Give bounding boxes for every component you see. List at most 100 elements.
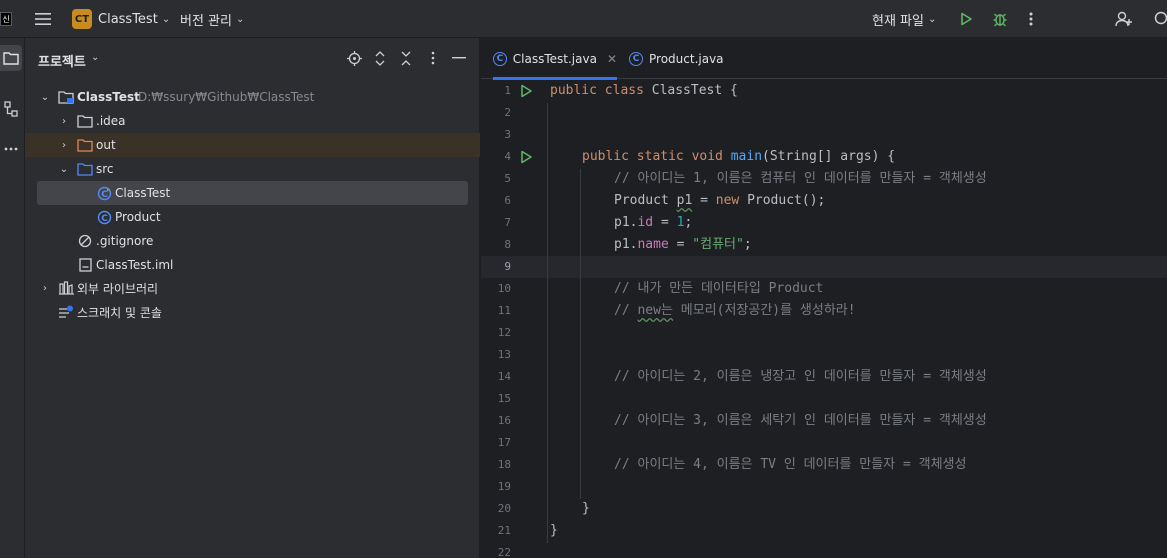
code-with-me-button[interactable] bbox=[1115, 0, 1133, 38]
java-class-icon: C bbox=[629, 51, 643, 66]
code-token: id bbox=[637, 215, 654, 230]
tree-item-project-root[interactable]: ⌄ ClassTest D:₩ssury₩Github₩ClassTest bbox=[25, 85, 480, 109]
project-panel-title[interactable]: 프로젝트 bbox=[38, 51, 86, 70]
project-badge: CT bbox=[72, 9, 92, 29]
tree-item-src[interactable]: ⌄ src bbox=[25, 157, 480, 181]
structure-tool-button[interactable] bbox=[0, 96, 22, 122]
chevron-right-icon[interactable]: › bbox=[40, 283, 50, 294]
hide-panel-icon[interactable] bbox=[451, 50, 467, 66]
java-class-main-icon: C bbox=[96, 185, 112, 201]
tree-item-label: 스크래치 및 콘솔 bbox=[77, 305, 162, 320]
more-vertical-icon bbox=[1029, 12, 1033, 26]
tree-item-gitignore[interactable]: .gitignore bbox=[25, 229, 480, 253]
svg-text:C: C bbox=[101, 214, 108, 224]
search-button[interactable] bbox=[1152, 0, 1167, 38]
code-line-10[interactable]: // 내가 만든 데이터타입 Product bbox=[614, 278, 823, 300]
code-line-5[interactable]: // 아이디는 1, 이름은 컴퓨터 인 데이터를 만들자 = 객체생성 bbox=[614, 168, 987, 190]
libraries-icon bbox=[58, 280, 74, 296]
indent-guide bbox=[580, 169, 581, 499]
tree-item-path: D:₩ssury₩Github₩ClassTest bbox=[138, 90, 315, 104]
code-line-11[interactable]: // new는 메모리(저장공간)를 생성하라! bbox=[614, 300, 856, 322]
run-class-icon[interactable] bbox=[519, 84, 533, 98]
more-horizontal-icon bbox=[4, 147, 18, 151]
code-line-6[interactable]: Product p1 = new Product(); bbox=[614, 190, 825, 212]
line-number: 13 bbox=[497, 348, 511, 361]
line-number: 3 bbox=[504, 128, 511, 141]
code-token: Product(); bbox=[739, 193, 826, 208]
search-icon bbox=[1154, 11, 1167, 25]
chevron-right-icon[interactable]: › bbox=[59, 140, 69, 151]
project-panel-header: 프로젝트 ⌄ bbox=[25, 38, 480, 80]
chevron-right-icon[interactable]: › bbox=[59, 116, 69, 127]
code-line-14[interactable]: // 아이디는 2, 이름은 냉장고 인 데이터를 만들자 = 객체생성 bbox=[614, 366, 987, 388]
project-tool-button[interactable] bbox=[0, 45, 22, 71]
code-line-4[interactable]: public static void main(String[] args) { bbox=[582, 146, 895, 168]
tree-item-iml[interactable]: ClassTest.iml bbox=[25, 253, 480, 277]
debug-button[interactable] bbox=[992, 0, 1010, 38]
code-token: ; bbox=[684, 215, 693, 230]
code-token: public static void bbox=[582, 149, 731, 164]
tree-item-idea[interactable]: › .idea bbox=[25, 109, 480, 133]
code-line-8[interactable]: p1.name = "컴퓨터"; bbox=[614, 234, 752, 256]
tab-product[interactable]: C Product.java bbox=[629, 38, 729, 79]
code-token: ; bbox=[743, 237, 752, 252]
scratches-icon bbox=[58, 304, 74, 320]
tree-item-label: .gitignore bbox=[96, 234, 154, 248]
tree-item-scratches[interactable]: 스크래치 및 콘솔 bbox=[25, 300, 480, 324]
line-number: 8 bbox=[504, 238, 511, 251]
locate-icon[interactable] bbox=[346, 50, 362, 66]
code-token: ClassTest { bbox=[651, 83, 738, 98]
line-number: 17 bbox=[497, 436, 511, 449]
line-number: 7 bbox=[504, 216, 511, 229]
close-icon[interactable]: ✕ bbox=[607, 52, 617, 66]
code-token: name bbox=[637, 237, 669, 252]
options-icon[interactable] bbox=[425, 50, 441, 66]
code-line-16[interactable]: // 아이디는 3, 이름은 세탁기 인 데이터를 만들자 = 객체생성 bbox=[614, 410, 987, 432]
code-token: new는 bbox=[637, 303, 673, 318]
line-number: 10 bbox=[497, 282, 511, 295]
code-token: (String[] args) { bbox=[762, 149, 896, 164]
chevron-down-icon[interactable]: ⌄ bbox=[59, 164, 69, 175]
collapse-all-icon[interactable] bbox=[398, 50, 414, 66]
tree-item-label: ClassTest bbox=[77, 90, 140, 104]
line-number: 16 bbox=[497, 414, 511, 427]
module-folder-icon bbox=[58, 89, 74, 105]
code-line-18[interactable]: // 아이디는 4, 이름은 TV 인 데이터를 만들자 = 객체생성 bbox=[614, 454, 966, 476]
expand-all-icon[interactable] bbox=[372, 50, 388, 66]
svg-text:C: C bbox=[101, 190, 108, 200]
ignore-file-icon bbox=[77, 233, 93, 249]
code-line-1[interactable]: public class ClassTest { bbox=[550, 80, 738, 102]
code-token: main bbox=[730, 149, 763, 164]
code-token: = bbox=[668, 237, 693, 252]
chevron-down-icon[interactable]: ⌄ bbox=[91, 52, 99, 63]
code-line-7[interactable]: p1.id = 1; bbox=[614, 212, 692, 234]
tree-item-label: .idea bbox=[96, 114, 126, 128]
tab-classtest[interactable]: C ClassTest.java ✕ bbox=[493, 38, 617, 80]
run-main-icon[interactable] bbox=[519, 150, 533, 164]
run-config-selector[interactable]: 현재 파일 ⌄ bbox=[872, 0, 936, 38]
tree-item-classtest[interactable]: C ClassTest bbox=[37, 181, 468, 205]
code-token: new bbox=[715, 193, 740, 208]
chevron-down-icon[interactable]: ⌄ bbox=[40, 92, 50, 103]
tree-item-product[interactable]: C Product bbox=[25, 205, 480, 229]
title-bar: 신 CT ClassTest ⌄ 버전 관리 ⌄ 현재 파일 ⌄ bbox=[0, 0, 1167, 38]
main-menu-button[interactable] bbox=[34, 0, 52, 38]
more-tools-button[interactable] bbox=[0, 136, 22, 162]
line-number: 21 bbox=[497, 524, 511, 537]
tree-item-external-libraries[interactable]: › 외부 라이브러리 bbox=[25, 276, 480, 300]
chevron-down-icon: ⌄ bbox=[235, 13, 245, 25]
line-number: 22 bbox=[497, 546, 511, 558]
tree-item-label: ClassTest.iml bbox=[96, 258, 174, 272]
folder-icon bbox=[77, 113, 93, 129]
code-line-21[interactable]: } bbox=[550, 520, 558, 542]
tree-item-out[interactable]: › out bbox=[25, 133, 480, 157]
tree-item-label: out bbox=[96, 138, 116, 152]
line-number: 14 bbox=[497, 370, 511, 383]
app-logo-icon[interactable]: 신 bbox=[0, 0, 14, 38]
editor-tabs: C ClassTest.java ✕ C Product.java bbox=[481, 38, 1167, 80]
more-actions-button[interactable] bbox=[1028, 0, 1044, 38]
project-selector[interactable]: CT ClassTest ⌄ bbox=[72, 0, 170, 38]
code-line-20[interactable]: } bbox=[582, 498, 590, 520]
vcs-menu[interactable]: 버전 관리 ⌄ bbox=[180, 0, 244, 38]
run-button[interactable] bbox=[959, 0, 977, 38]
